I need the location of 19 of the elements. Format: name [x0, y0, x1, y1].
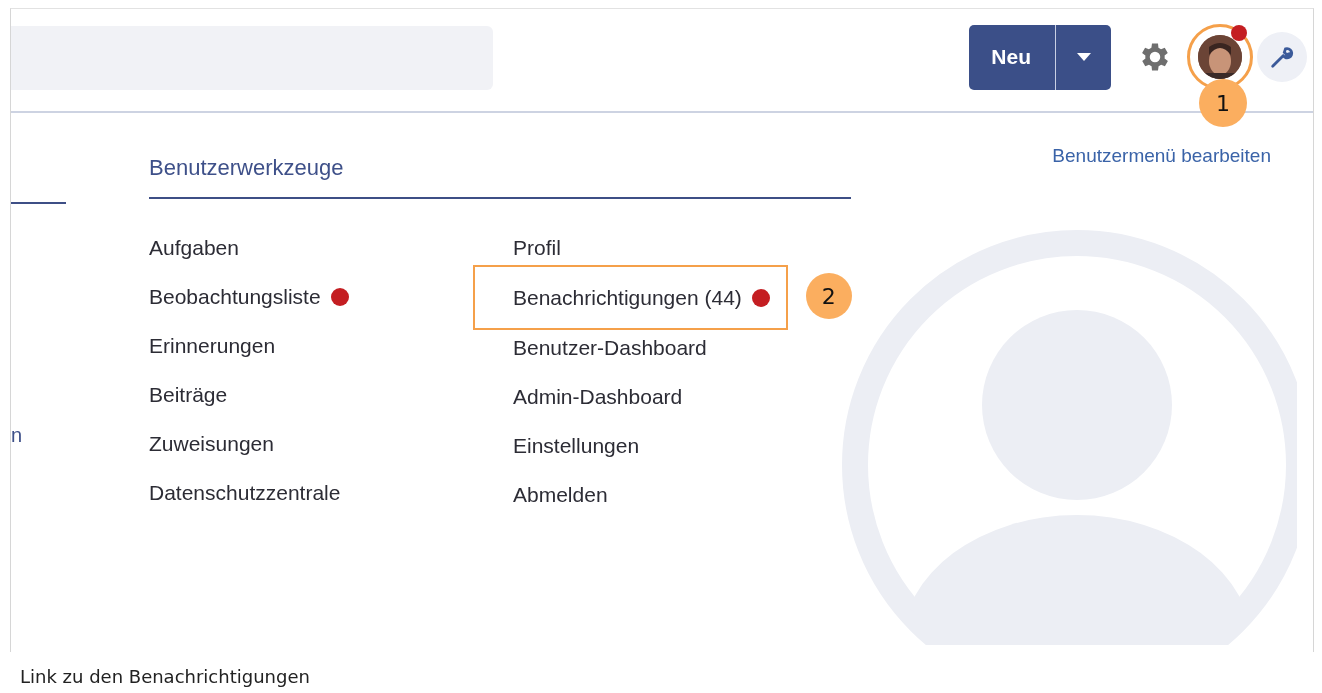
- menu-link[interactable]: Einstellungen: [513, 421, 640, 470]
- menu-link[interactable]: Erinnerungen: [149, 321, 276, 370]
- menu-link[interactable]: Aufgaben: [149, 223, 239, 272]
- avatar[interactable]: [1198, 35, 1242, 79]
- annotation-badge: 2: [805, 273, 852, 319]
- menu-link[interactable]: Admin-Dashboard: [513, 372, 683, 421]
- annotation-badge: 1: [1199, 79, 1247, 127]
- caret-icon: [1076, 53, 1091, 61]
- menu-link[interactable]: Beiträge: [149, 370, 228, 419]
- edit-menu-link[interactable]: Benutzermenü bearbeiten: [1052, 145, 1271, 167]
- menu-link[interactable]: Abmelden: [513, 470, 608, 519]
- section-title: Benutzerwerkzeuge: [149, 155, 851, 199]
- figure-caption: Link zu den Benachrichtigungen: [20, 666, 311, 687]
- menu-link[interactable]: Zuweisungen: [149, 419, 274, 468]
- search-field[interactable]: [11, 26, 493, 90]
- menu-link[interactable]: Datenschutzzentrale: [149, 468, 341, 517]
- menu-link[interactable]: Beobachtungsliste: [149, 272, 349, 321]
- wrench-icon[interactable]: [1257, 32, 1307, 82]
- link-text[interactable]: n: [11, 424, 66, 447]
